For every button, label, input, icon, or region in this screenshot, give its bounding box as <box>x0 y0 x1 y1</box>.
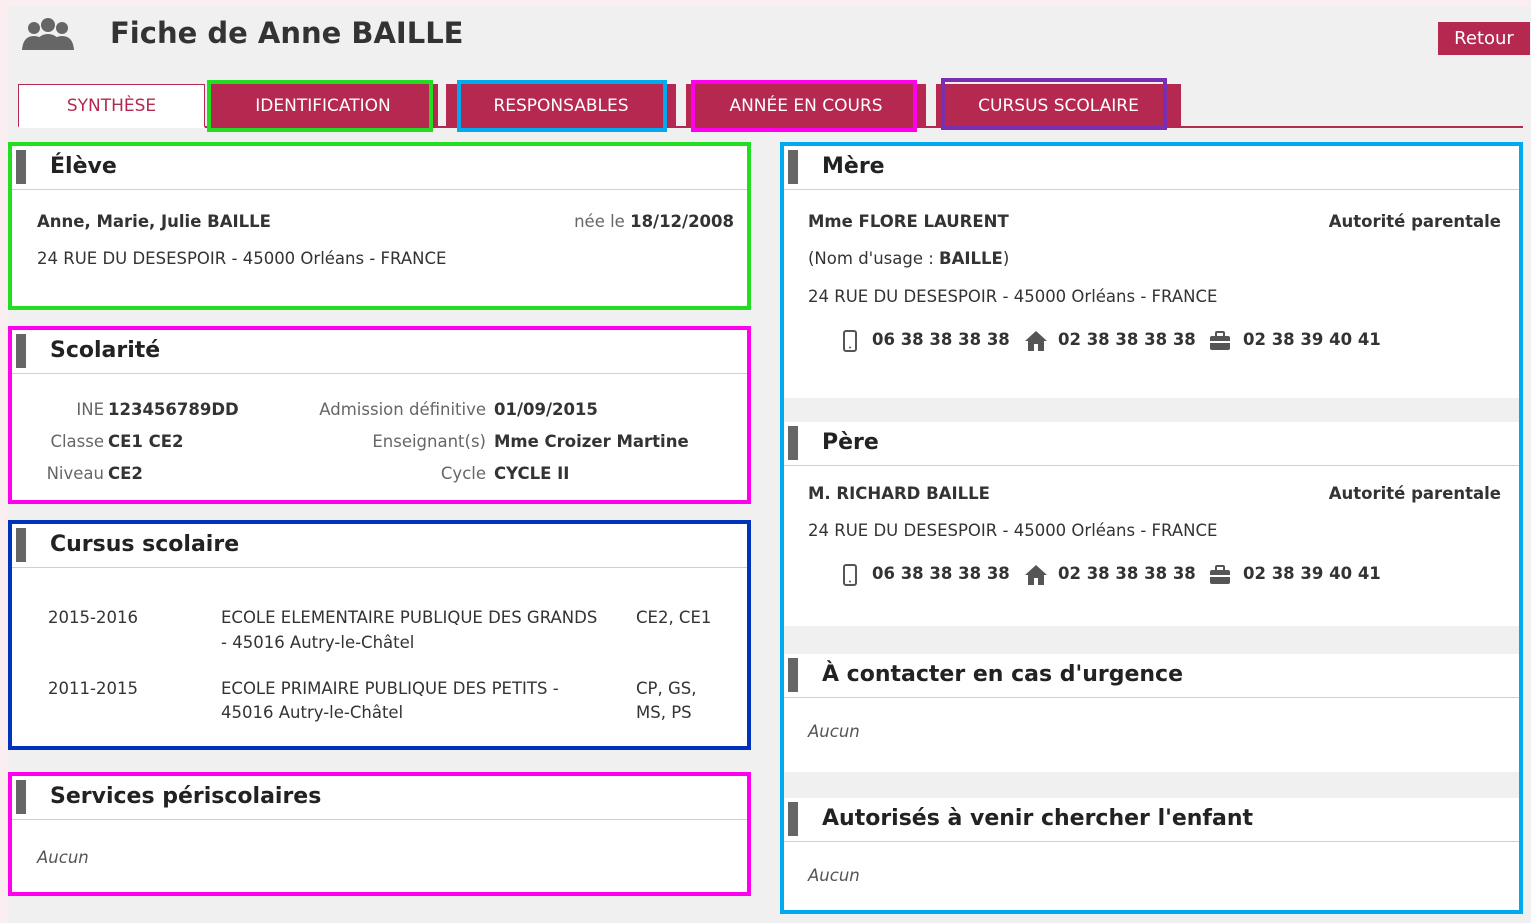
ine-value: 123456789DD <box>108 400 239 419</box>
cursus-row-2-years: 2011-2015 <box>48 679 138 698</box>
mere-usage-close: ) <box>1002 249 1010 268</box>
cursus-row-1-school-2: - 45016 Autry-le-Châtel <box>221 633 415 652</box>
cursus-row-2-levels-2: MS, PS <box>636 703 692 722</box>
tab-synthese[interactable]: SYNTHÈSE <box>18 84 205 128</box>
cursus-row-1-years: 2015-2016 <box>48 608 138 627</box>
page-header: Fiche de Anne BAILLE Retour <box>18 14 1530 58</box>
admission-value: 01/09/2015 <box>494 400 598 419</box>
scolarite-panel: Scolarité INE 123456789DD Classe CE1 CE2… <box>12 330 748 500</box>
mobile-phone-icon <box>843 330 857 352</box>
mere-usage-value: BAILLE <box>939 249 1003 268</box>
admission-label: Admission définitive <box>319 400 486 419</box>
pere-title: Père <box>784 422 1519 466</box>
cursus-row-2-school-1: ECOLE PRIMAIRE PUBLIQUE DES PETITS - <box>221 679 559 698</box>
cursus-title: Cursus scolaire <box>12 524 748 568</box>
cursus-row-2-levels-1: CP, GS, <box>636 679 697 698</box>
classe-value: CE1 CE2 <box>108 432 184 451</box>
urgence-panel: À contacter en cas d'urgence Aucun <box>784 654 1519 772</box>
tab-cursus-scolaire[interactable]: CURSUS SCOLAIRE <box>936 84 1181 128</box>
back-button[interactable]: Retour <box>1438 22 1530 55</box>
autorises-title: Autorisés à venir chercher l'enfant <box>784 798 1519 842</box>
pere-name: M. RICHARD BAILLE <box>808 484 990 503</box>
urgence-empty: Aucun <box>808 722 860 741</box>
periscolaire-title: Services périscolaires <box>12 776 748 820</box>
pere-address: 24 RUE DU DESESPOIR - 45000 Orléans - FR… <box>808 521 1218 540</box>
mere-usage-name: (Nom d'usage : BAILLE) <box>808 249 1009 268</box>
cycle-label: Cycle <box>440 464 486 483</box>
enseignant-value: Mme Croizer Martine <box>494 432 689 451</box>
ine-label: INE <box>76 400 104 419</box>
classe-label: Classe <box>50 432 104 451</box>
separator <box>784 772 1519 798</box>
page-title: Fiche de Anne BAILLE <box>110 16 464 50</box>
mere-mobile[interactable]: 06 38 38 38 38 <box>872 330 1010 349</box>
niveau-value: CE2 <box>108 464 143 483</box>
tab-annee-en-cours[interactable]: ANNÉE EN COURS <box>686 84 926 128</box>
mere-address: 24 RUE DU DESESPOIR - 45000 Orléans - FR… <box>808 287 1218 306</box>
mobile-phone-icon <box>843 564 857 586</box>
niveau-label: Niveau <box>46 464 104 483</box>
mere-home-phone[interactable]: 02 38 38 38 38 <box>1058 330 1196 349</box>
mere-name: Mme FLORE LAURENT <box>808 212 1009 231</box>
group-icon <box>22 18 74 50</box>
eleve-born-label: née le <box>574 212 625 231</box>
pere-panel: Père M. RICHARD BAILLE Autorité parental… <box>784 422 1519 626</box>
eleve-birth: née le 18/12/2008 <box>574 212 734 231</box>
briefcase-icon <box>1210 565 1230 584</box>
tab-identification[interactable]: IDENTIFICATION <box>208 84 438 128</box>
periscolaire-empty: Aucun <box>37 848 89 867</box>
separator <box>784 398 1519 422</box>
page: Fiche de Anne BAILLE Retour SYNTHÈSE IDE… <box>8 6 1531 923</box>
briefcase-icon <box>1210 331 1230 350</box>
pere-authority: Autorité parentale <box>1328 484 1501 503</box>
separator <box>784 626 1519 654</box>
eleve-panel: Élève Anne, Marie, Julie BAILLE née le 1… <box>12 146 748 306</box>
tab-bar: SYNTHÈSE IDENTIFICATION RESPONSABLES ANN… <box>18 82 1523 128</box>
home-icon <box>1025 565 1047 585</box>
pere-mobile[interactable]: 06 38 38 38 38 <box>872 564 1010 583</box>
eleve-title: Élève <box>12 146 748 190</box>
mere-authority: Autorité parentale <box>1328 212 1501 231</box>
mere-usage-label: (Nom d'usage : <box>808 249 940 268</box>
eleve-name: Anne, Marie, Julie BAILLE <box>37 212 271 231</box>
autorises-empty: Aucun <box>808 866 860 885</box>
cursus-row-1-levels: CE2, CE1 <box>636 608 712 627</box>
periscolaire-panel: Services périscolaires Aucun <box>12 776 748 892</box>
scolarite-title: Scolarité <box>12 330 748 374</box>
cycle-value: CYCLE II <box>494 464 570 483</box>
mere-work-phone[interactable]: 02 38 39 40 41 <box>1243 330 1381 349</box>
pere-work-phone[interactable]: 02 38 39 40 41 <box>1243 564 1381 583</box>
eleve-address: 24 RUE DU DESESPOIR - 45000 Orléans - FR… <box>37 249 447 268</box>
responsables-column: Mère Mme FLORE LAURENT Autorité parental… <box>784 146 1519 914</box>
cursus-row-1-school-1: ECOLE ELEMENTAIRE PUBLIQUE DES GRANDS <box>221 608 598 627</box>
pere-home-phone[interactable]: 02 38 38 38 38 <box>1058 564 1196 583</box>
tab-responsables[interactable]: RESPONSABLES <box>446 84 676 128</box>
autorises-panel: Autorisés à venir chercher l'enfant Aucu… <box>784 798 1519 914</box>
eleve-born-date: 18/12/2008 <box>630 212 734 231</box>
cursus-panel: Cursus scolaire 2015-2016 ECOLE ELEMENTA… <box>12 524 748 746</box>
urgence-title: À contacter en cas d'urgence <box>784 654 1519 698</box>
mere-panel: Mère Mme FLORE LAURENT Autorité parental… <box>784 146 1519 398</box>
home-icon <box>1025 331 1047 351</box>
mere-title: Mère <box>784 146 1519 190</box>
enseignant-label: Enseignant(s) <box>372 432 486 451</box>
cursus-row-2-school-2: 45016 Autry-le-Châtel <box>221 703 404 722</box>
